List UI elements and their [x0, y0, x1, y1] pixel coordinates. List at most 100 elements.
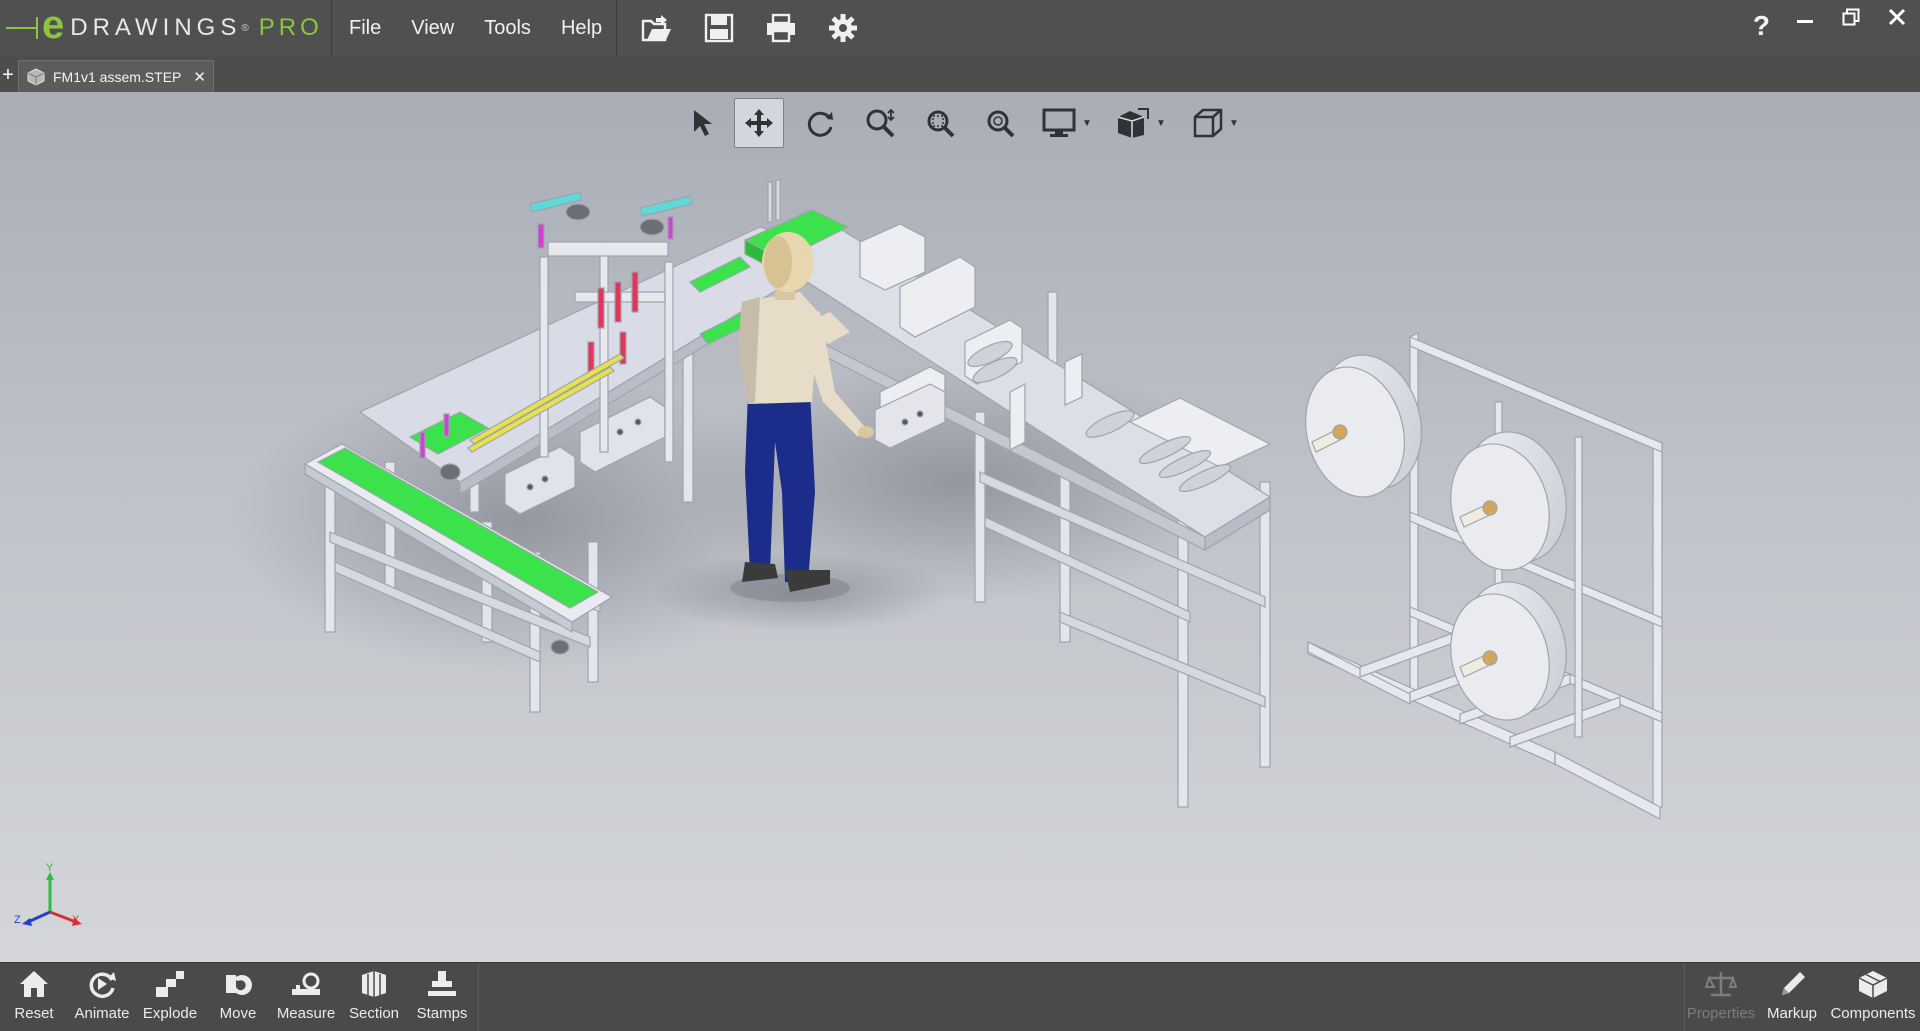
logo-e: e	[42, 3, 65, 47]
components-icon	[1858, 971, 1888, 998]
explode-button[interactable]: Explode	[136, 963, 204, 1031]
components-button[interactable]: Components	[1828, 963, 1918, 1031]
stamps-button[interactable]: Stamps	[408, 963, 476, 1031]
reset-button[interactable]: Reset	[0, 963, 68, 1031]
settings-button[interactable]	[812, 0, 874, 56]
print-button[interactable]	[750, 0, 812, 56]
zoom-to-area-tool[interactable]	[916, 99, 964, 147]
divider	[1684, 963, 1685, 1031]
triad-y-label: Y	[46, 862, 54, 874]
properties-label: Properties	[1686, 1005, 1756, 1022]
help-button[interactable]: ?	[1753, 10, 1770, 42]
divider	[331, 0, 332, 56]
move-button[interactable]: Move	[204, 963, 272, 1031]
menu-file[interactable]: File	[334, 0, 396, 56]
tab-close-button[interactable]: ✕	[193, 68, 206, 86]
model-scene	[230, 179, 1663, 820]
minimize-button[interactable]	[1782, 0, 1828, 34]
standard-views-tool[interactable]: ▼	[1184, 99, 1246, 147]
display-style-tool[interactable]: ▼	[1036, 99, 1098, 147]
view-toolbar: ▼ ▼ ▼	[676, 98, 1252, 148]
document-tab[interactable]: FM1v1 assem.STEP ✕	[18, 60, 214, 93]
reel-3	[1450, 581, 1567, 721]
triad-x-label: X	[72, 914, 80, 926]
menu-tools[interactable]: Tools	[469, 0, 546, 56]
cursor-icon	[694, 110, 712, 136]
logo-pro: PRO	[258, 14, 323, 41]
section-button[interactable]: Section	[340, 963, 408, 1031]
divider	[478, 963, 479, 1031]
title-bar: e DRAWINGS ® PRO File View Tools Help ?	[0, 0, 1920, 57]
chevron-down-icon: ▼	[1229, 117, 1239, 129]
graphics-viewport[interactable]: ▼ ▼ ▼ Y X Z	[0, 92, 1920, 962]
view-orientation-tool[interactable]: ▼	[1110, 99, 1172, 147]
chevron-down-icon: ▼	[1156, 117, 1166, 129]
properties-icon	[1705, 972, 1737, 997]
reference-triad: Y X Z	[14, 862, 88, 930]
minimize-icon	[1797, 20, 1813, 23]
measure-button[interactable]: Measure	[272, 963, 340, 1031]
rotate-tool[interactable]	[796, 99, 844, 147]
zoom-area-icon	[927, 110, 955, 138]
tab-title: FM1v1 assem.STEP	[53, 69, 182, 85]
open-button[interactable]	[626, 0, 688, 56]
print-icon	[767, 13, 795, 43]
explode-icon	[156, 971, 184, 997]
logo-mark	[6, 17, 38, 39]
reel-stand	[1304, 332, 1663, 820]
zoom-fit-icon	[987, 110, 1015, 138]
open-icon	[641, 15, 671, 42]
rotate-icon	[807, 111, 833, 137]
select-tool[interactable]	[682, 99, 722, 147]
monitor-icon	[1042, 108, 1076, 137]
assembly-icon	[27, 68, 45, 86]
quick-access-toolbar	[626, 0, 874, 56]
zoom-tool[interactable]	[856, 99, 904, 147]
close-icon	[1888, 8, 1906, 26]
logo-name: DRAWINGS	[70, 14, 242, 41]
save-button[interactable]	[688, 0, 750, 56]
divider	[616, 0, 617, 56]
section-icon	[362, 971, 386, 997]
components-label: Components	[1830, 1005, 1916, 1022]
markup-icon	[1782, 972, 1805, 995]
section-label: Section	[348, 1005, 400, 1022]
settings-icon	[829, 14, 857, 42]
document-tab-strip: + FM1v1 assem.STEP ✕	[0, 56, 1920, 93]
pan-tool[interactable]	[734, 98, 784, 148]
pan-icon	[745, 109, 773, 137]
stamps-label: Stamps	[416, 1005, 468, 1022]
animate-button[interactable]: Animate	[68, 963, 136, 1031]
menu-bar: File View Tools Help	[334, 0, 617, 56]
menu-view[interactable]: View	[396, 0, 469, 56]
menu-help[interactable]: Help	[546, 0, 617, 56]
cube-icon	[1193, 108, 1223, 138]
window-controls	[1782, 0, 1920, 34]
chevron-down-icon: ▼	[1082, 117, 1092, 129]
save-icon	[704, 13, 734, 43]
zoom-to-fit-tool[interactable]	[976, 99, 1024, 147]
reset-label: Reset	[14, 1005, 54, 1022]
restore-button[interactable]	[1828, 0, 1874, 34]
zoom-icon	[866, 108, 895, 138]
app-logo: e DRAWINGS ® PRO	[6, 3, 323, 50]
restore-icon	[1842, 8, 1860, 26]
new-tab-button[interactable]: +	[0, 65, 16, 86]
view-orientation-icon	[1117, 108, 1150, 138]
move-icon	[226, 975, 252, 995]
explode-label: Explode	[142, 1005, 198, 1022]
properties-button[interactable]: Properties	[1686, 963, 1756, 1031]
logo-registered: ®	[241, 22, 249, 34]
triad-z-label: Z	[14, 914, 21, 926]
stamps-icon	[428, 971, 456, 996]
measure-label: Measure	[276, 1005, 336, 1022]
animate-label: Animate	[74, 1005, 130, 1022]
home-icon	[20, 971, 48, 997]
move-label: Move	[219, 1005, 257, 1022]
reel-2	[1450, 431, 1567, 571]
markup-button[interactable]: Markup	[1760, 963, 1824, 1031]
animate-icon	[89, 972, 116, 998]
close-window-button[interactable]	[1874, 0, 1920, 34]
bottom-toolbar: Reset Animate Explode Move Measure Secti…	[0, 962, 1920, 1031]
measure-icon	[292, 972, 320, 995]
